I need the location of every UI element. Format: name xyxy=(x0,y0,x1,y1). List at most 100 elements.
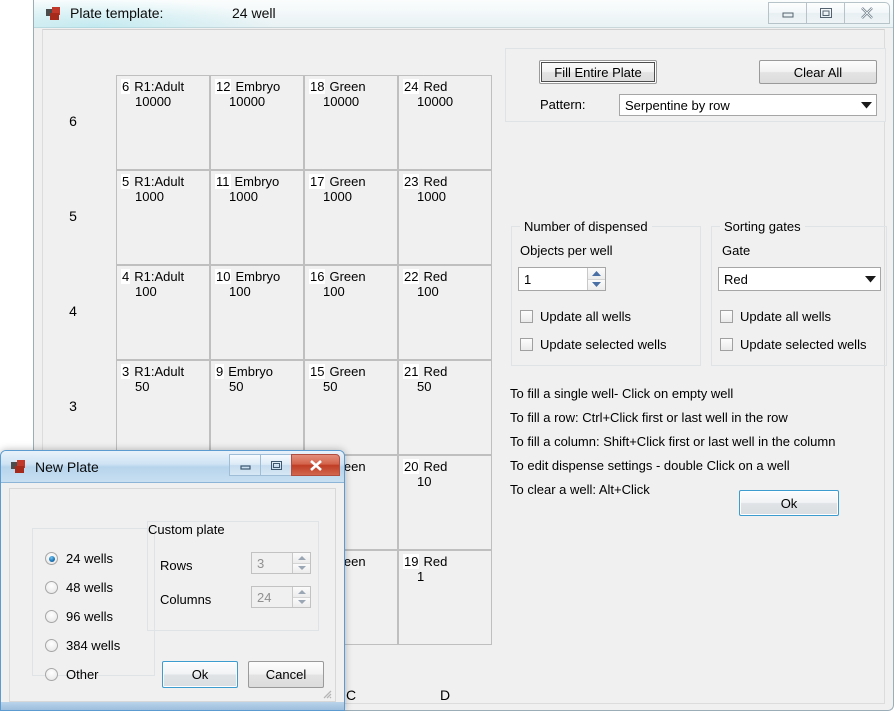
gates-update-selected-label: Update selected wells xyxy=(740,337,866,352)
chevron-down-icon xyxy=(856,102,876,109)
ok-button[interactable]: Ok xyxy=(739,490,839,516)
resize-grip[interactable] xyxy=(320,687,332,699)
well-header: 5R1:Adult xyxy=(121,174,184,189)
gates-update-selected-checkbox[interactable]: Update selected wells xyxy=(720,337,866,352)
stepper-down-icon[interactable] xyxy=(293,564,310,574)
well-cell[interactable]: 3R1:Adult50 xyxy=(116,360,210,455)
plate-size-group: 24 wells48 wells96 wells384 wellsOther xyxy=(32,528,155,676)
window-title-label: Plate template: xyxy=(70,5,163,21)
maximize-button[interactable] xyxy=(806,2,844,24)
columns-label: Columns xyxy=(160,592,211,607)
plate-size-radio-96-wells[interactable]: 96 wells xyxy=(45,609,113,624)
well-name: R1:Adult xyxy=(134,269,184,284)
plate-size-radio-label: 48 wells xyxy=(66,580,113,595)
new-plate-dialog: New Plate 24 wells48 wells96 wells384 xyxy=(0,450,345,711)
well-value: 1000 xyxy=(135,189,164,204)
well-name: Green xyxy=(329,269,365,284)
well-cell[interactable]: 22Red100 xyxy=(398,265,492,360)
well-header: 24Red xyxy=(403,79,447,94)
well-number: 21 xyxy=(403,364,419,379)
well-cell[interactable]: 9Embryo50 xyxy=(210,360,304,455)
well-cell[interactable]: 5R1:Adult1000 xyxy=(116,170,210,265)
window-title-value: 24 well xyxy=(232,5,276,21)
well-name: Red xyxy=(423,174,447,189)
well-cell[interactable]: 6R1:Adult10000 xyxy=(116,75,210,170)
well-cell[interactable]: 20Red10 xyxy=(398,455,492,550)
gate-label: Gate xyxy=(722,243,750,258)
stepper-up-icon[interactable] xyxy=(588,268,605,280)
checkbox-icon xyxy=(520,338,533,351)
well-header: 20 Red xyxy=(403,459,447,474)
well-header: 11Embryo xyxy=(215,174,279,189)
new-plate-window-controls xyxy=(229,454,340,476)
new-plate-close-button[interactable] xyxy=(291,454,340,476)
new-plate-cancel-button[interactable]: Cancel xyxy=(248,661,324,688)
new-plate-maximize-button[interactable] xyxy=(260,454,291,476)
plate-size-radio-384-wells[interactable]: 384 wells xyxy=(45,638,120,653)
stepper-up-icon[interactable] xyxy=(293,553,310,564)
chevron-down-icon xyxy=(860,276,880,283)
new-plate-titlebar[interactable]: New Plate xyxy=(1,451,344,483)
instruction-line: To edit dispense settings - double Click… xyxy=(510,458,790,473)
minimize-button[interactable] xyxy=(768,2,806,24)
new-plate-minimize-button[interactable] xyxy=(229,454,260,476)
plate-size-radio-48-wells[interactable]: 48 wells xyxy=(45,580,113,595)
plate-size-radio-other[interactable]: Other xyxy=(45,667,99,682)
close-button[interactable] xyxy=(844,2,890,24)
well-number: 9 xyxy=(215,364,224,379)
well-header: 18Green xyxy=(309,79,366,94)
dispensed-update-selected-checkbox[interactable]: Update selected wells xyxy=(520,337,666,352)
new-plate-ok-button[interactable]: Ok xyxy=(162,661,238,688)
well-cell[interactable]: 15Green50 xyxy=(304,360,398,455)
well-name: Red xyxy=(423,459,447,474)
well-cell[interactable]: 10Embryo100 xyxy=(210,265,304,360)
well-cell[interactable]: 21Red50 xyxy=(398,360,492,455)
well-cell[interactable]: 17Green1000 xyxy=(304,170,398,265)
pattern-select[interactable]: Serpentine by row xyxy=(619,94,877,116)
well-cell[interactable]: 18Green10000 xyxy=(304,75,398,170)
plate-size-radio-24-wells[interactable]: 24 wells xyxy=(45,551,113,566)
well-name: Embryo xyxy=(235,79,280,94)
well-cell[interactable]: 19Red1 xyxy=(398,550,492,645)
well-value: 100 xyxy=(229,284,251,299)
new-plate-client-area: 24 wells 48 wells 96 wells 384 wells Other C… xyxy=(9,488,336,702)
plate-size-radio-label: 384 wells xyxy=(66,638,120,653)
stepper-down-icon[interactable] xyxy=(293,598,310,608)
stepper-up-icon[interactable] xyxy=(293,587,310,598)
gates-update-all-checkbox[interactable]: Update all wells xyxy=(720,309,831,324)
main-titlebar[interactable]: Plate template: 24 well xyxy=(34,0,893,28)
well-value: 1000 xyxy=(229,189,258,204)
well-cell[interactable]: 11Embryo1000 xyxy=(210,170,304,265)
minimize-icon xyxy=(239,461,252,470)
columns-stepper[interactable]: 24 xyxy=(251,586,311,608)
well-name: Red xyxy=(423,79,447,94)
maximize-icon xyxy=(818,6,834,20)
well-cell[interactable]: 12Embryo10000 xyxy=(210,75,304,170)
well-value: 10000 xyxy=(323,94,359,109)
well-name: R1:Adult xyxy=(134,174,184,189)
well-cell[interactable]: 4R1:Adult100 xyxy=(116,265,210,360)
gate-select[interactable]: Red xyxy=(718,267,881,291)
well-header: 23 Red xyxy=(403,174,447,189)
well-cell[interactable]: 24Red10000 xyxy=(398,75,492,170)
stepper-down-icon[interactable] xyxy=(588,280,605,291)
well-name: Green xyxy=(329,174,365,189)
objects-per-well-stepper[interactable]: 1 xyxy=(518,267,606,291)
column-label: D xyxy=(425,687,465,703)
well-number: 20 xyxy=(403,459,419,474)
right-control-panel: Fill Entire Plate Clear All Pattern: Ser… xyxy=(505,30,887,700)
well-name: Red xyxy=(423,269,447,284)
rows-value: 3 xyxy=(252,556,292,571)
rows-stepper[interactable]: 3 xyxy=(251,552,311,574)
well-cell[interactable]: 16Green100 xyxy=(304,265,398,360)
dispensed-update-selected-label: Update selected wells xyxy=(540,337,666,352)
dispensed-group-title: Number of dispensed xyxy=(520,219,652,234)
well-header: 4R1:Adult xyxy=(121,269,184,284)
clear-all-button[interactable]: Clear All xyxy=(759,60,877,84)
well-cell[interactable]: 23Red1000 xyxy=(398,170,492,265)
well-number: 3 xyxy=(121,364,130,379)
fill-entire-plate-button[interactable]: Fill Entire Plate xyxy=(539,60,657,84)
dispensed-update-all-checkbox[interactable]: Update all wells xyxy=(520,309,631,324)
close-icon xyxy=(858,6,876,20)
well-number: 23 xyxy=(403,174,419,189)
